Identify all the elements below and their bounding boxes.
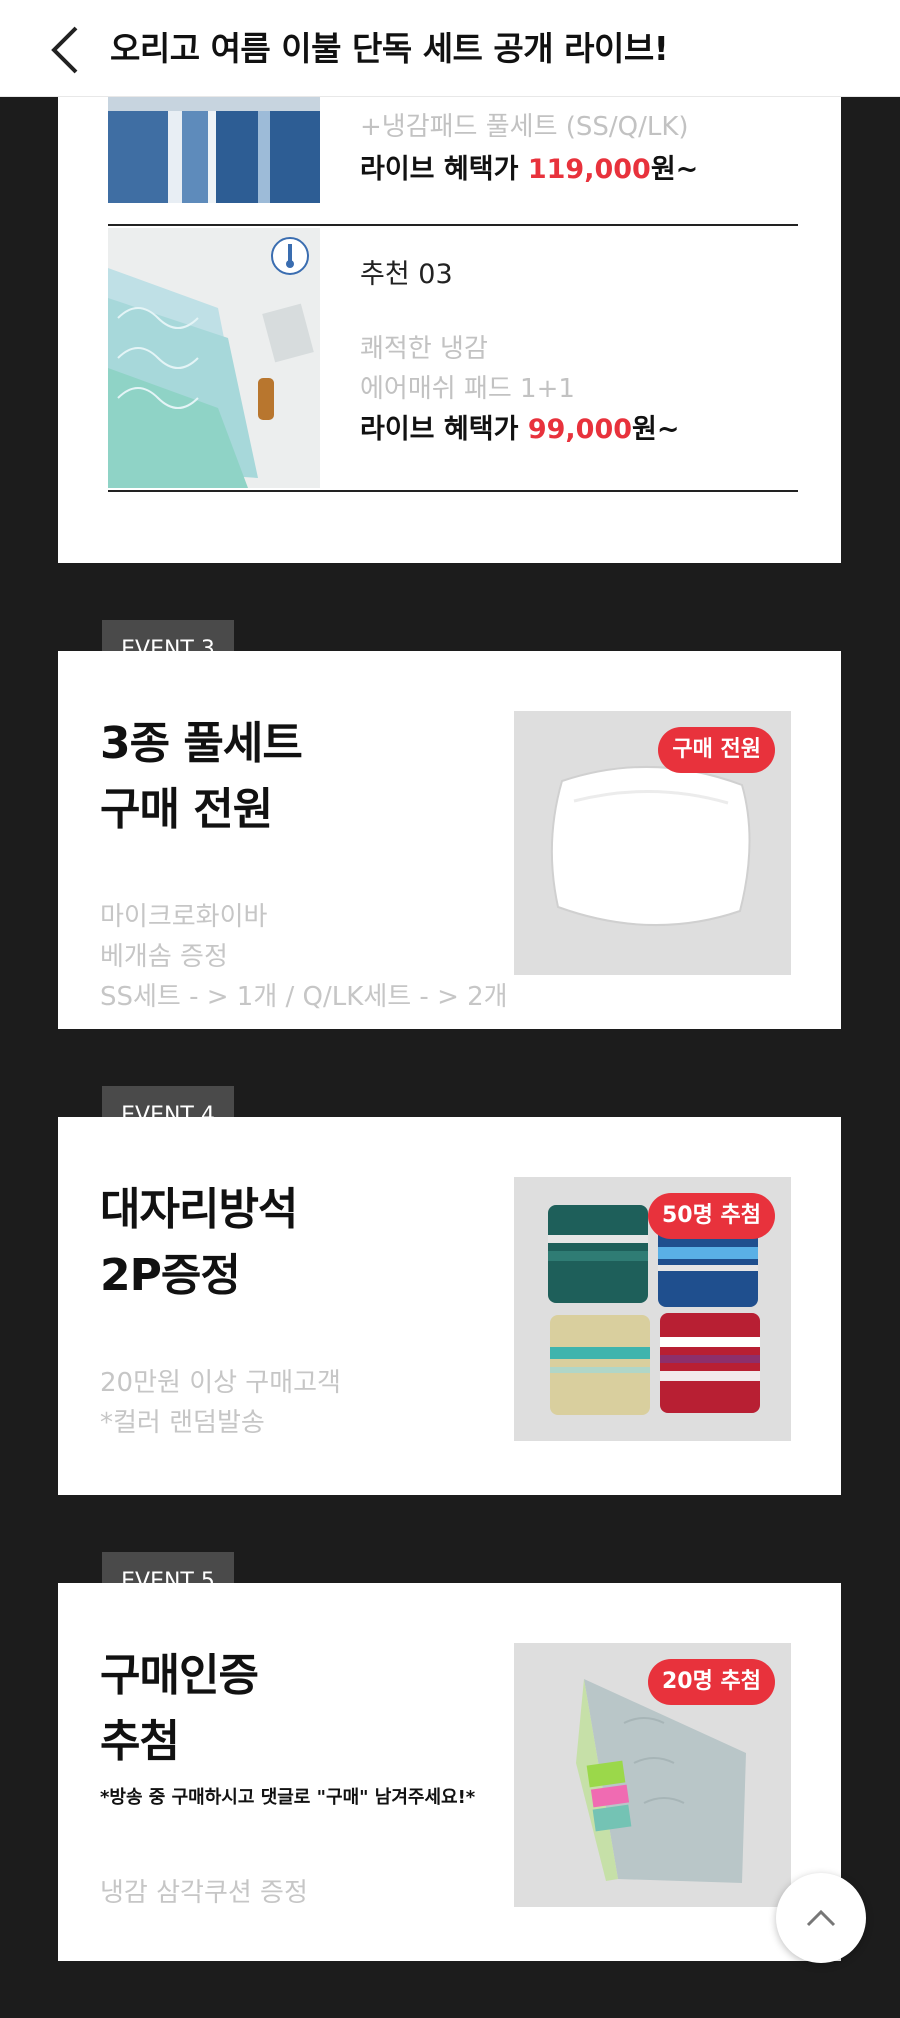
price-label: 라이브 혜택가 <box>360 414 528 445</box>
event-title: 구매인증 추첨 <box>100 1643 259 1775</box>
event-title-line: 3종 풀세트 <box>100 718 303 769</box>
product-info: 추천 03 쾌적한 냉감 에어매쉬 패드 1+1 라이브 혜택가 99,000원… <box>360 255 680 451</box>
event-card-4: 대자리방석 2P증정 20만원 이상 구매고객 *컬러 랜덤발송 50명 추첨 <box>58 1117 841 1495</box>
scroll-to-top-button[interactable] <box>776 1873 866 1963</box>
event-desc-line: *컬러 랜덤발송 <box>100 1408 265 1438</box>
event-desc-line: 20만원 이상 구매고객 <box>100 1368 341 1398</box>
event-desc-line: 마이크로화이바 <box>100 902 268 932</box>
event-card-3: 3종 풀세트 구매 전원 마이크로화이바 베개솜 증정 SS세트 - > 1개 … <box>58 651 841 1029</box>
product-tag: 추천 03 <box>360 259 453 290</box>
event-card-5: 구매인증 추첨 *방송 중 구매하시고 댓글로 "구매" 남겨주세요!* 냉감 … <box>58 1583 841 1961</box>
event-title-line: 구매인증 <box>100 1650 259 1701</box>
page-title: 오리고 여름 이불 단독 세트 공개 라이브! <box>110 29 669 68</box>
event-title-line: 추첨 <box>100 1716 180 1767</box>
event-desc: 냉감 삼각쿠션 증정 <box>100 1873 308 1913</box>
product-image-bedding-set[interactable] <box>108 97 320 203</box>
event-title: 3종 풀세트 구매 전원 <box>100 711 303 843</box>
price-suffix: 원~ <box>632 414 680 445</box>
product-price: 라이브 혜택가 119,000원~ <box>360 149 698 191</box>
divider <box>108 490 798 492</box>
price-suffix: 원~ <box>650 154 699 185</box>
product-image-air-mesh-pad[interactable] <box>108 228 320 488</box>
event-desc-line: 냉감 삼각쿠션 증정 <box>100 1878 308 1908</box>
event-desc: 20만원 이상 구매고객 *컬러 랜덤발송 <box>100 1363 341 1443</box>
event-desc-line: SS세트 - > 1개 / Q/LK세트 - > 2개 <box>100 982 508 1012</box>
price-label: 라이브 혜택가 <box>360 154 528 185</box>
event-pill-badge: 20명 추첨 <box>648 1659 775 1705</box>
chevron-left-icon[interactable] <box>48 24 84 76</box>
product-price: 라이브 혜택가 99,000원~ <box>360 409 680 451</box>
event-desc: 마이크로화이바 베개솜 증정 SS세트 - > 1개 / Q/LK세트 - > … <box>100 897 508 1017</box>
event-image-triangle-cushion[interactable]: 20명 추첨 <box>514 1643 791 1907</box>
price-value: 119,000 <box>527 154 651 185</box>
event-note: *방송 중 구매하시고 댓글로 "구매" 남겨주세요!* <box>100 1787 476 1808</box>
event-pill-badge: 구매 전원 <box>658 727 775 773</box>
product-desc: 쾌적한 냉감 <box>360 334 488 364</box>
product-desc: 에어매쉬 패드 1+1 <box>360 374 575 404</box>
event-title-line: 구매 전원 <box>100 784 273 835</box>
event-desc-line: 베개솜 증정 <box>100 942 228 972</box>
event-title-line: 대자리방석 <box>100 1184 298 1235</box>
product-desc: +냉감패드 풀세트 (SS/Q/LK) <box>360 112 689 142</box>
product-list-card: +냉감패드 풀세트 (SS/Q/LK) 라이브 혜택가 119,000원~ 추천… <box>58 97 841 563</box>
top-bar: 오리고 여름 이불 단독 세트 공개 라이브! <box>0 0 900 97</box>
event-pill-badge: 50명 추첨 <box>648 1193 775 1239</box>
chevron-up-icon <box>806 1909 836 1927</box>
event-image-pillow[interactable]: 구매 전원 <box>514 711 791 975</box>
event-title: 대자리방석 2P증정 <box>100 1177 298 1309</box>
price-value: 99,000 <box>527 414 633 445</box>
divider <box>108 224 798 226</box>
event-title-line: 2P증정 <box>100 1250 241 1301</box>
event-image-cushions[interactable]: 50명 추첨 <box>514 1177 791 1441</box>
product-info: +냉감패드 풀세트 (SS/Q/LK) 라이브 혜택가 119,000원~ <box>360 107 698 191</box>
